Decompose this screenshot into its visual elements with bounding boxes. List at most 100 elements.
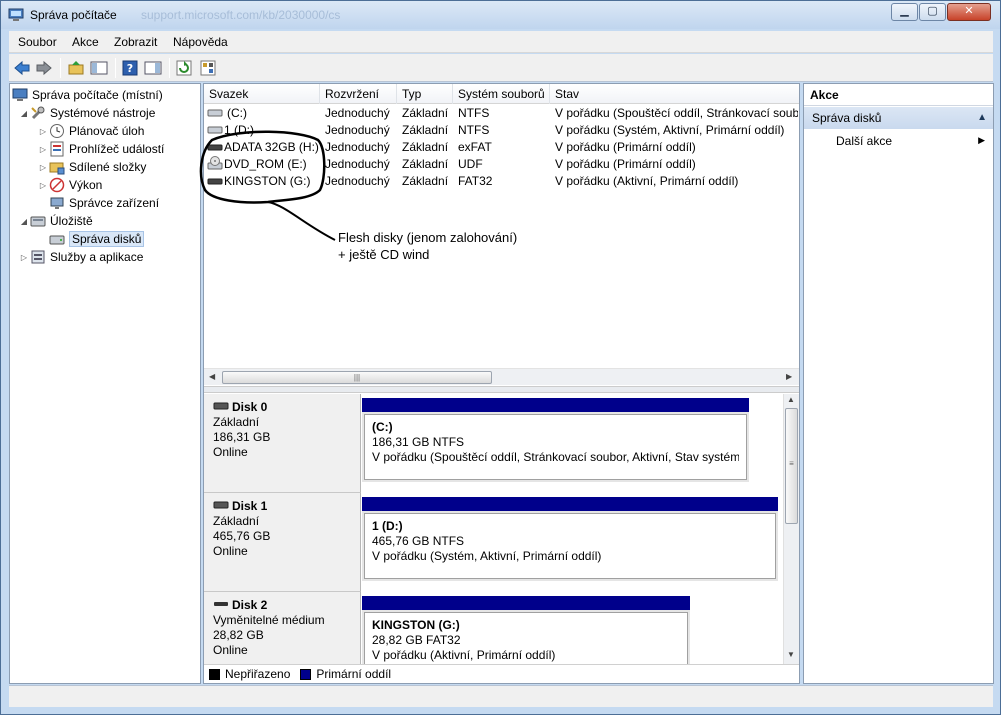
annotation-text: Flesh disky (jenom zalohování) + ještě C… <box>338 229 517 263</box>
disk-2-info[interactable]: Disk 2 Vyměnitelné médium 28,82 GB Onlin… <box>204 592 361 664</box>
settings-grid-icon[interactable] <box>198 58 218 78</box>
legend-swatch-unallocated <box>209 668 220 680</box>
tree-item-storage[interactable]: ◢ Úložiště <box>18 212 93 230</box>
column-header-type[interactable]: Typ <box>397 84 453 104</box>
tree-item-services-apps[interactable]: ▷ Služby a aplikace <box>18 248 143 266</box>
tree-item-device-manager[interactable]: Správce zařízení <box>49 194 159 212</box>
close-button[interactable]: ✕ <box>947 3 991 21</box>
hscroll-thumb[interactable]: ||| <box>222 371 492 384</box>
volume-row[interactable]: 1 (D:) Jednoduchý Základní NTFS V pořádk… <box>204 122 799 139</box>
volume-row[interactable]: DVD_ROM (E:) Jednoduchý Základní UDF V p… <box>204 156 799 173</box>
tree-item-disk-management[interactable]: Správa disků <box>49 230 145 248</box>
tree-label-device-manager: Správce zařízení <box>69 196 160 210</box>
collapsed-triangle-icon[interactable]: ▷ <box>37 145 49 154</box>
expanded-triangle-icon[interactable]: ◢ <box>18 217 30 226</box>
volume-name: KINGSTON (G:) <box>224 174 311 188</box>
legend-primary-label: Primární oddíl <box>316 667 392 681</box>
volume-layout: Jednoduchý <box>325 140 390 154</box>
vscroll-thumb[interactable]: ≡ <box>785 408 798 524</box>
volume-type: Základní <box>402 123 449 137</box>
partition-c[interactable]: (C:) 186,31 GB NTFS V pořádku (Spouštěcí… <box>362 398 752 490</box>
tree-item-task-scheduler[interactable]: ▷ Plánovač úloh <box>37 122 144 140</box>
partition-d[interactable]: 1 (D:) 465,76 GB NTFS V pořádku (Systém,… <box>362 497 780 589</box>
maximize-button[interactable]: ▢ <box>919 3 946 21</box>
disk-name: Disk 0 <box>232 400 268 414</box>
collapsed-triangle-icon[interactable]: ▷ <box>18 253 30 262</box>
properties-pane-icon[interactable] <box>143 58 163 78</box>
show-hide-tree-icon[interactable] <box>89 58 109 78</box>
drive-icon <box>207 124 223 139</box>
clock-icon <box>49 123 65 139</box>
tree-item-root[interactable]: Správa počítače (místní) <box>12 86 163 104</box>
menu-action[interactable]: Akce <box>72 35 99 49</box>
shared-folder-icon <box>49 159 65 175</box>
collapse-caret-icon[interactable]: ▲ <box>977 112 987 123</box>
tree-item-system-tools[interactable]: ◢ Systémové nástroje <box>18 104 155 122</box>
collapsed-triangle-icon[interactable]: ▷ <box>37 181 49 190</box>
disk-kind: Základní <box>213 415 260 429</box>
expanded-triangle-icon[interactable]: ◢ <box>18 109 30 118</box>
volume-list-hscrollbar[interactable]: ◀ ||| ▶ <box>204 368 799 385</box>
event-log-icon <box>49 141 65 157</box>
column-header-status[interactable]: Stav <box>550 84 799 104</box>
actions-section-label: Správa disků <box>812 111 882 125</box>
disk-view-vscrollbar[interactable]: ▲ ≡ ▼ <box>783 394 799 664</box>
menu-help[interactable]: Nápověda <box>173 35 228 49</box>
volume-row[interactable]: (C:) Jednoduchý Základní NTFS V pořádku … <box>204 105 799 122</box>
volume-layout: Jednoduchý <box>325 157 390 171</box>
removable-drive-icon <box>207 175 223 190</box>
disk-name: Disk 2 <box>232 598 268 612</box>
volume-type: Základní <box>402 174 449 188</box>
title-bar[interactable]: Správa počítače support.microsoft.com/kb… <box>1 1 1000 29</box>
scroll-up-arrow-icon[interactable]: ▲ <box>787 395 795 404</box>
minimize-button[interactable]: ▁ <box>891 3 918 21</box>
toolbar: ? <box>9 54 993 82</box>
column-header-volume[interactable]: Svazek <box>204 84 320 104</box>
volume-layout: Jednoduchý <box>325 174 390 188</box>
disk-graphical-view: Disk 0 Základní 186,31 GB Online (C:) 18… <box>204 394 799 664</box>
menu-view[interactable]: Zobrazit <box>114 35 157 49</box>
disk-icon <box>213 499 229 514</box>
performance-icon <box>49 177 65 193</box>
collapsed-triangle-icon[interactable]: ▷ <box>37 127 49 136</box>
tree-label-root: Správa počítače (místní) <box>32 88 163 102</box>
tree-item-event-viewer[interactable]: ▷ Prohlížeč událostí <box>37 140 164 158</box>
actions-section-disk-management[interactable]: Správa disků ▲ <box>804 107 993 129</box>
submenu-arrow-icon: ▶ <box>978 135 985 145</box>
annotation-line-1: Flesh disky (jenom zalohování) <box>338 230 518 245</box>
scroll-down-arrow-icon[interactable]: ▼ <box>787 650 795 659</box>
disk-1-info[interactable]: Disk 1 Základní 465,76 GB Online <box>204 493 361 592</box>
volume-row[interactable]: KINGSTON (G:) Jednoduchý Základní FAT32 … <box>204 173 799 190</box>
computer-management-icon <box>12 87 28 103</box>
column-header-layout[interactable]: Rozvržení <box>320 84 397 104</box>
volume-filesystem: UDF <box>458 157 483 171</box>
scroll-left-arrow-icon[interactable]: ◀ <box>209 372 215 381</box>
help-icon[interactable]: ? <box>120 58 140 78</box>
window-title: Správa počítače <box>30 8 117 22</box>
disk-name: Disk 1 <box>232 499 268 513</box>
partition-title: KINGSTON (G:) <box>372 618 460 632</box>
up-folder-icon[interactable] <box>66 58 86 78</box>
tree-item-shared-folders[interactable]: ▷ Sdílené složky <box>37 158 146 176</box>
partition-g[interactable]: KINGSTON (G:) 28,82 GB FAT32 V pořádku (… <box>362 596 692 664</box>
title-ghost-text: support.microsoft.com/kb/2030000/cs <box>141 8 341 22</box>
tree-item-performance[interactable]: ▷ Výkon <box>37 176 102 194</box>
pane-splitter[interactable] <box>204 386 799 393</box>
more-actions-item[interactable]: Další akce ▶ <box>804 134 993 152</box>
forward-arrow-icon[interactable] <box>34 58 54 78</box>
legend-swatch-primary <box>300 668 312 680</box>
scroll-right-arrow-icon[interactable]: ▶ <box>786 372 792 381</box>
tools-icon <box>30 105 46 121</box>
menu-file[interactable]: Soubor <box>18 35 57 49</box>
volume-status: V pořádku (Aktivní, Primární oddíl) <box>555 174 739 188</box>
back-arrow-icon[interactable] <box>12 58 32 78</box>
svg-text:?: ? <box>127 62 133 75</box>
disk-0-info[interactable]: Disk 0 Základní 186,31 GB Online <box>204 394 361 493</box>
collapsed-triangle-icon[interactable]: ▷ <box>37 163 49 172</box>
refresh-icon[interactable] <box>174 58 194 78</box>
column-header-filesystem[interactable]: Systém souborů <box>453 84 550 104</box>
partition-title: 1 (D:) <box>372 519 403 533</box>
volume-row[interactable]: ADATA 32GB (H:) Jednoduchý Základní exFA… <box>204 139 799 156</box>
partition-status: V pořádku (Spouštěcí oddíl, Stránkovací … <box>372 450 739 464</box>
volume-filesystem: FAT32 <box>458 174 493 188</box>
